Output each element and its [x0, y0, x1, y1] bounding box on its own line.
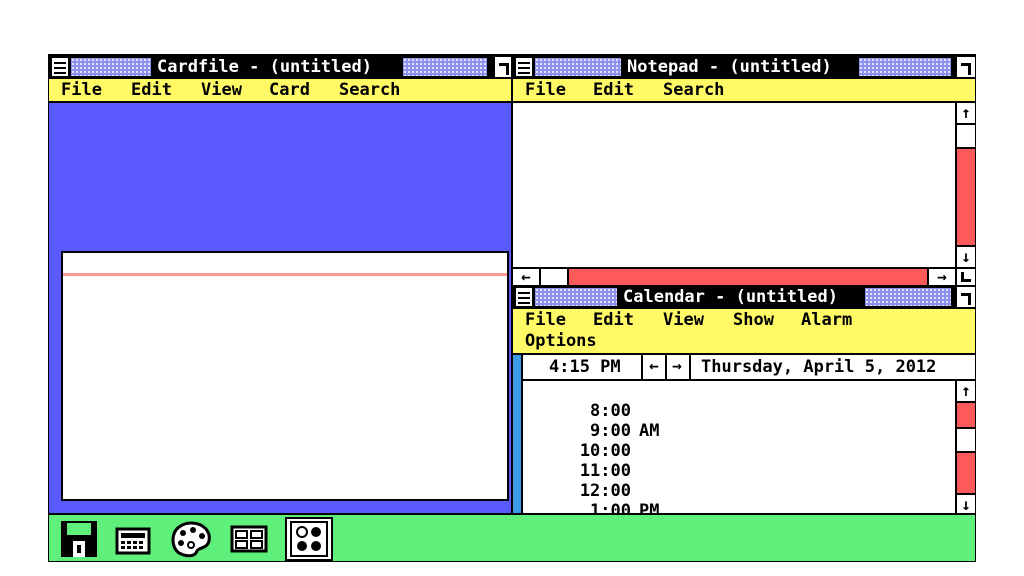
calculator-icon[interactable] [113, 519, 153, 559]
cardfile-menu-view[interactable]: View [201, 80, 242, 100]
notepad-system-menu-icon[interactable] [515, 57, 533, 77]
icon-area [49, 513, 975, 561]
notepad-corner-size-icon[interactable] [955, 267, 975, 285]
cardfile-menubar: File Edit View Card Search [49, 79, 513, 103]
cardfile-menu-search[interactable]: Search [339, 80, 400, 100]
calendar-menubar: File Edit View Show Alarm Options [513, 309, 975, 355]
calendar-left-margin [513, 355, 523, 515]
reversi-game-icon[interactable] [285, 517, 333, 561]
calendar-right-arrow-icon: → [672, 356, 682, 375]
calendar-menu-file[interactable]: File [525, 310, 566, 330]
calendar-scroll-up-arrow-icon[interactable]: ↑ [957, 381, 975, 403]
calendar-current-time: 4:15 PM [549, 357, 621, 377]
notepad-titlebar[interactable]: Notepad - (untitled) [513, 55, 975, 79]
calendar-row[interactable]: 9:00 [525, 401, 955, 441]
msdos-executive-icon[interactable] [59, 519, 99, 559]
notepad-size-box-icon[interactable] [957, 57, 975, 77]
cardfile-menu-edit[interactable]: Edit [131, 80, 172, 100]
notepad-scroll-up-arrow-icon[interactable]: ↑ [957, 103, 975, 125]
calendar-row[interactable]: 1:00 [525, 481, 955, 515]
notepad-menu-search[interactable]: Search [663, 80, 724, 100]
calendar-menu-options[interactable]: Options [525, 331, 597, 351]
calendar-row[interactable]: 11:00 [525, 441, 955, 481]
notepad-vertical-scroll-thumb[interactable] [957, 123, 975, 149]
calendar-appointment-list[interactable]: 8:00 AM 9:00 10:00 11:00 12:00 PM 1:00 [525, 381, 955, 515]
calendar-next-day-button[interactable]: → [665, 355, 691, 379]
notepad-scroll-down-arrow-icon[interactable]: ↓ [957, 245, 975, 267]
cardfile-menu-file[interactable]: File [61, 80, 102, 100]
calendar-titlebar[interactable]: Calendar - (untitled) [513, 285, 975, 309]
cardfile-menu-card[interactable]: Card [269, 80, 310, 100]
notepad-text-area[interactable] [513, 103, 955, 267]
calendar-menu-edit[interactable]: Edit [593, 310, 634, 330]
calendar-vertical-scrollbar[interactable]: ↑ ↓ [955, 381, 975, 515]
notepad-scroll-left-arrow-icon[interactable]: ← [513, 269, 541, 285]
card-index-icon[interactable] [229, 519, 269, 559]
notepad-horizontal-scroll-thumb[interactable] [541, 269, 569, 285]
notepad-window: Notepad - (untitled) File Edit Search ↑ … [511, 55, 975, 285]
calendar-row[interactable]: 8:00 AM [525, 381, 955, 441]
notepad-horizontal-scrollbar[interactable]: ← → [513, 267, 955, 285]
card-index-line [63, 273, 507, 276]
cardfile-titlebar[interactable]: Cardfile - (untitled) [49, 55, 513, 79]
notepad-title: Notepad - (untitled) [621, 57, 838, 77]
calendar-prev-day-button[interactable]: ← [641, 355, 667, 379]
calendar-title: Calendar - (untitled) [617, 287, 844, 307]
index-card[interactable] [61, 251, 509, 501]
cardfile-system-menu-icon[interactable] [51, 57, 69, 77]
calendar-menu-view[interactable]: View [663, 310, 704, 330]
calendar-menu-alarm[interactable]: Alarm [801, 310, 852, 330]
paint-palette-icon[interactable] [169, 519, 211, 559]
calendar-date-text: Thursday, April 5, 2012 [701, 357, 937, 377]
calendar-scroll-down-arrow-icon[interactable]: ↓ [957, 493, 975, 515]
calendar-size-box-icon[interactable] [957, 287, 975, 307]
notepad-scroll-right-arrow-icon[interactable]: → [927, 269, 955, 285]
calendar-row[interactable]: 10:00 [525, 421, 955, 461]
notepad-menubar: File Edit Search [513, 79, 975, 103]
notepad-vertical-scrollbar[interactable]: ↑ ↓ [955, 103, 975, 267]
calendar-vertical-scroll-thumb[interactable] [957, 427, 975, 453]
calendar-menu-show[interactable]: Show [733, 310, 774, 330]
calendar-left-arrow-icon: ← [649, 356, 659, 375]
calendar-window: Calendar - (untitled) File Edit View Sho… [511, 285, 975, 515]
cardfile-workspace [49, 103, 513, 515]
cardfile-window: Cardfile - (untitled) File Edit View Car… [49, 55, 513, 515]
desktop-screen: Cardfile - (untitled) File Edit View Car… [48, 54, 976, 562]
calendar-system-menu-icon[interactable] [515, 287, 533, 307]
calendar-date-header: 4:15 PM ← → Thursday, April 5, 2012 [523, 355, 975, 381]
notepad-menu-file[interactable]: File [525, 80, 566, 100]
cardfile-title: Cardfile - (untitled) [151, 57, 378, 77]
calendar-row[interactable]: 12:00 PM [525, 461, 955, 515]
notepad-menu-edit[interactable]: Edit [593, 80, 634, 100]
